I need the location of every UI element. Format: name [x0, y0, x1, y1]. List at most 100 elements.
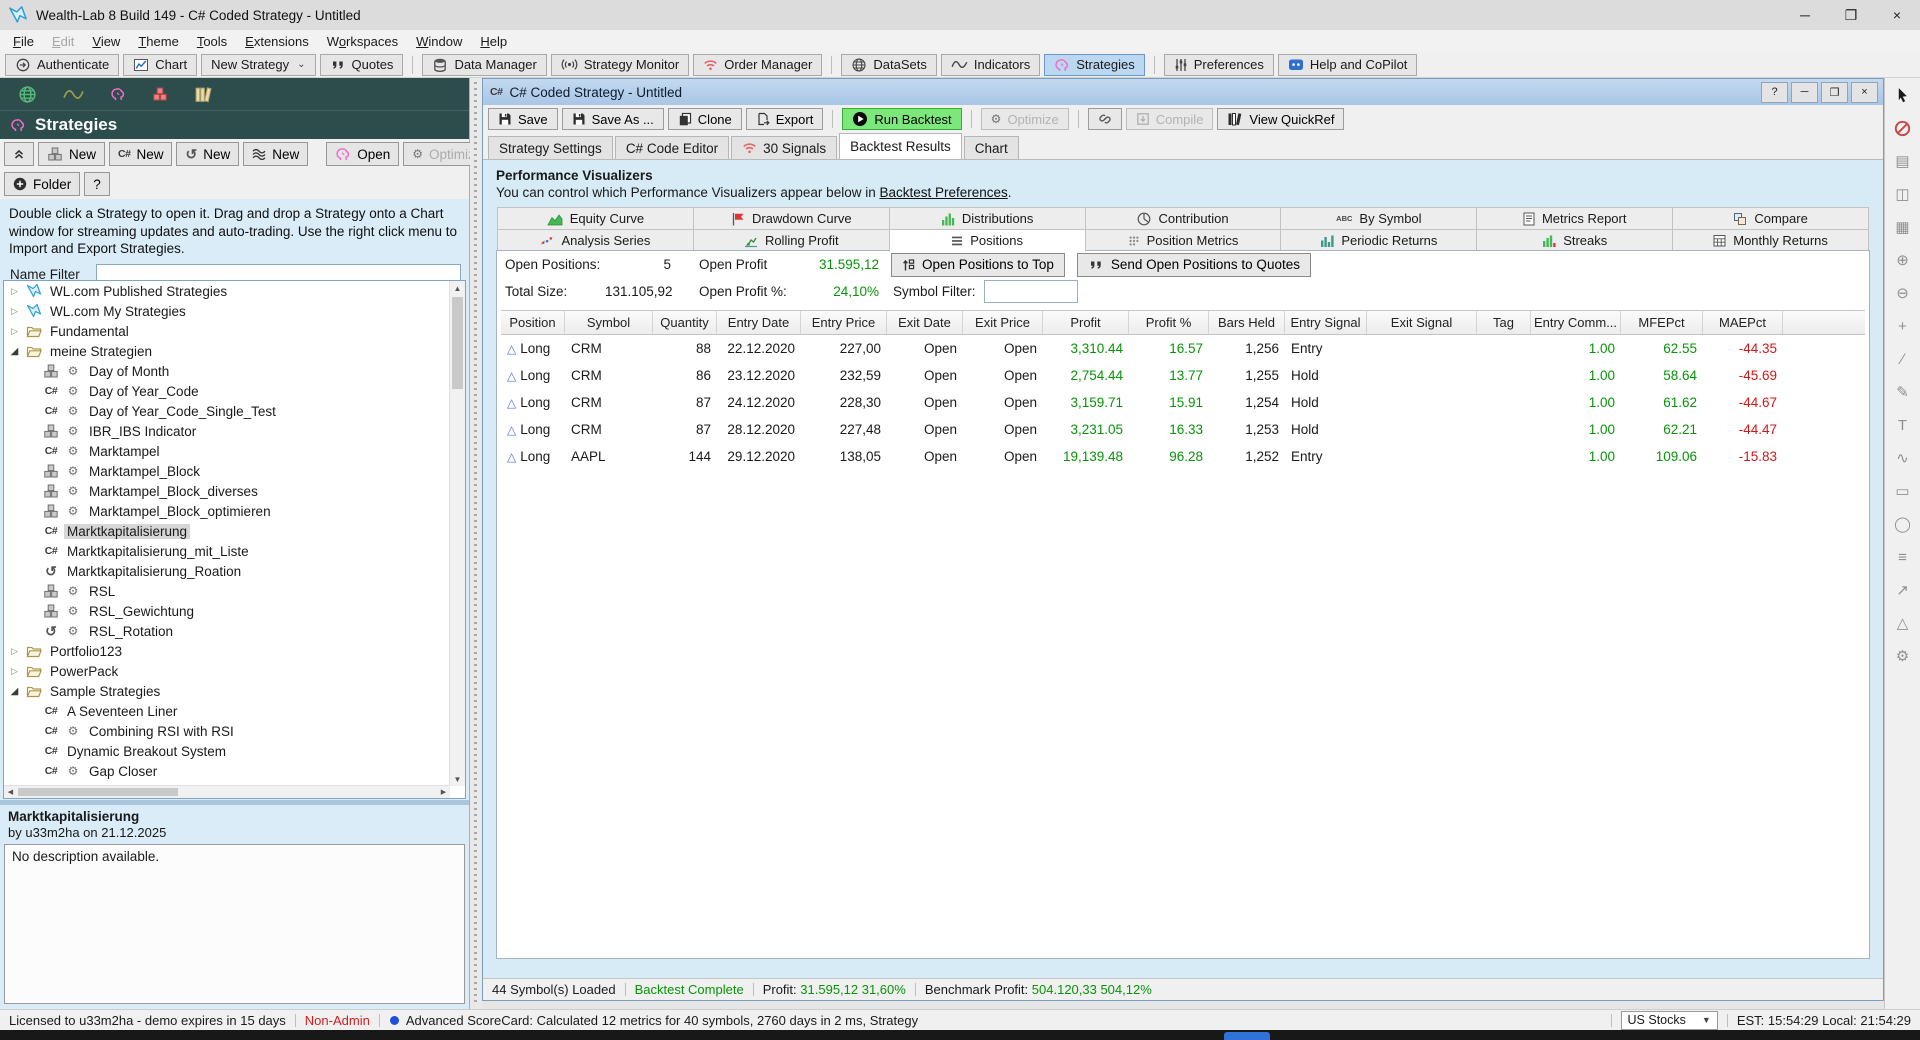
tree-item-day-of-year-code-single-test[interactable]: C#⚙Day of Year_Code_Single_Test [4, 401, 465, 421]
column-header-position[interactable]: Position [501, 311, 565, 334]
tree-item-sample-strategies[interactable]: ◢Sample Strategies [4, 681, 465, 701]
app-indicators-button[interactable]: Indicators [941, 54, 1040, 76]
tree-item-rsl[interactable]: ⚙RSL [4, 581, 465, 601]
tool-trend-arrow-icon[interactable]: ↗ [1891, 578, 1915, 602]
sidebar-folder-button[interactable]: Folder [4, 172, 80, 196]
app-preferences-button[interactable]: Preferences [1164, 54, 1274, 76]
tab-chart[interactable]: Chart [964, 136, 1019, 159]
scroll-down-icon[interactable]: ▼ [450, 772, 465, 786]
tree-item-marktampel-block-diverses[interactable]: ⚙Marktampel_Block_diverses [4, 481, 465, 501]
scroll-left-icon[interactable]: ◀ [4, 786, 17, 798]
strategy-optimize-button[interactable]: ⚙Optimize [981, 108, 1069, 130]
blocks-red-icon[interactable] [152, 86, 168, 102]
tree-item-dynamic-breakout-system[interactable]: C#Dynamic Breakout System [4, 741, 465, 761]
strategy-link-button[interactable] [1088, 108, 1122, 130]
tree-item-rsl-rotation[interactable]: ↺⚙RSL_Rotation [4, 621, 465, 641]
tree-item-rsl-gewichtung[interactable]: ⚙RSL_Gewichtung [4, 601, 465, 621]
table-row[interactable]: △LongCRM8728.12.2020227,48OpenOpen3,231.… [501, 416, 1865, 443]
tree-item-powerpack[interactable]: ▷PowerPack [4, 661, 465, 681]
column-header-bars-held[interactable]: Bars Held [1209, 311, 1285, 334]
table-row[interactable]: △LongAAPL14429.12.2020138,05OpenOpen19,1… [501, 443, 1865, 470]
open-positions-to-top-button[interactable]: Open Positions to Top [891, 253, 1065, 277]
column-header-mfepct[interactable]: MFEPct [1621, 311, 1703, 334]
column-header-entry-price[interactable]: Entry Price [801, 311, 887, 334]
tool-zoom-out-icon[interactable]: ⊖ [1891, 281, 1915, 305]
visualizer-tab-monthly-returns[interactable]: Monthly Returns [1672, 229, 1869, 252]
strategy-run-backtest-button[interactable]: Run Backtest [842, 108, 961, 130]
window-restore-button[interactable]: ❐ [1821, 82, 1848, 103]
app-datasets-button[interactable]: DataSets [841, 54, 936, 76]
app-help-and-copilot-button[interactable]: Help and CoPilot [1278, 54, 1418, 76]
visualizer-tab-distributions[interactable]: Distributions [889, 207, 1086, 230]
strategy-view-quickref-button[interactable]: View QuickRef [1217, 108, 1344, 130]
brain-icon[interactable] [110, 86, 126, 102]
collapse-arrow-icon[interactable]: ◢ [8, 686, 21, 697]
menu-window[interactable]: Window [407, 32, 471, 51]
collapse-arrow-icon[interactable]: ◢ [8, 346, 21, 357]
table-row[interactable]: △LongCRM8623.12.2020232,59OpenOpen2,754.… [501, 362, 1865, 389]
tree-horizontal-scrollbar[interactable]: ◀ ▶ [4, 785, 450, 798]
market-selector[interactable]: US Stocks ▼ [1621, 1011, 1718, 1030]
app-chart-button[interactable]: Chart [123, 54, 197, 76]
help-button[interactable]: ? [1761, 82, 1788, 103]
minimize-button[interactable]: ─ [1782, 0, 1828, 30]
tree-item-marktampel-block[interactable]: ⚙Marktampel_Block [4, 461, 465, 481]
tool-data-panel-icon[interactable]: ▤ [1891, 149, 1915, 173]
tab-c-code-editor[interactable]: C# Code Editor [615, 136, 729, 159]
column-header-entry-signal[interactable]: Entry Signal [1285, 311, 1367, 334]
globe-icon[interactable] [18, 85, 37, 104]
column-header-symbol[interactable]: Symbol [565, 311, 653, 334]
tree-item-marktkapitalisierung-roation[interactable]: ↺Marktkapitalisierung_Roation [4, 561, 465, 581]
menu-theme[interactable]: Theme [129, 32, 187, 51]
table-row[interactable]: △LongCRM8724.12.2020228,30OpenOpen3,159.… [501, 389, 1865, 416]
visualizer-tab-equity-curve[interactable]: Equity Curve [497, 207, 694, 230]
tool-annotation-icon[interactable]: ✎ [1891, 380, 1915, 404]
column-header-profit[interactable]: Profit % [1129, 311, 1209, 334]
tree-item-portfolio123[interactable]: ▷Portfolio123 [4, 641, 465, 661]
sidebar-blank-button[interactable]: ? [84, 172, 110, 196]
menu-workspaces[interactable]: Workspaces [318, 32, 407, 51]
visualizer-tab-by-symbol[interactable]: ABCBy Symbol [1280, 207, 1477, 230]
tree-item-combining-rsi-with-rsi[interactable]: C#⚙Combining RSI with RSI [4, 721, 465, 741]
app-authenticate-button[interactable]: Authenticate [5, 54, 119, 76]
app-quotes-button[interactable]: Quotes [320, 54, 404, 76]
tree-item-marktkapitalisierung[interactable]: C#Marktkapitalisierung [4, 521, 465, 541]
app-order-manager-button[interactable]: Order Manager [693, 54, 822, 76]
column-header-exit-date[interactable]: Exit Date [887, 311, 963, 334]
tool-triangle-tool-icon[interactable]: △ [1891, 611, 1915, 635]
sidebar-collapse-all-button[interactable] [4, 142, 34, 166]
column-header-tag[interactable]: Tag [1477, 311, 1531, 334]
tool-pointer-icon[interactable] [1891, 83, 1915, 107]
app-strategies-button[interactable]: Strategies [1044, 54, 1145, 76]
tree-vertical-scrollbar[interactable]: ▲ ▼ [449, 281, 465, 786]
visualizer-tab-analysis-series[interactable]: Analysis Series [497, 229, 694, 252]
close-button[interactable]: × [1874, 0, 1920, 30]
column-header-maepct[interactable]: MAEPct [1703, 311, 1783, 334]
column-header-profit[interactable]: Profit [1043, 311, 1129, 334]
main-splitter[interactable] [470, 78, 482, 1009]
strategy-save-as-button[interactable]: Save As ... [562, 108, 664, 130]
tool-text-tool-icon[interactable]: T [1891, 413, 1915, 437]
tool-crosshair-icon[interactable]: + [1891, 314, 1915, 338]
visualizer-tab-streaks[interactable]: Streaks [1476, 229, 1673, 252]
column-header-exit-price[interactable]: Exit Price [963, 311, 1043, 334]
column-header-entry-comm[interactable]: Entry Comm... [1531, 311, 1621, 334]
visualizer-tab-position-metrics[interactable]: Position Metrics [1085, 229, 1282, 252]
tab-strategy-settings[interactable]: Strategy Settings [488, 136, 613, 159]
tool-zoom-in-icon[interactable]: ⊕ [1891, 248, 1915, 272]
column-header-entry-date[interactable]: Entry Date [717, 311, 801, 334]
tool-wave-tool-icon[interactable]: ∿ [1891, 446, 1915, 470]
tree-item-marktkapitalisierung-mit-liste[interactable]: C#Marktkapitalisierung_mit_Liste [4, 541, 465, 561]
scrollbar-thumb[interactable] [452, 297, 463, 389]
tree-item-a-seventeen-liner[interactable]: C#A Seventeen Liner [4, 701, 465, 721]
sidebar-new-button[interactable]: C#New [109, 142, 172, 166]
sidebar-new-button[interactable]: ↺New [176, 142, 239, 166]
menu-tools[interactable]: Tools [188, 32, 236, 51]
tree-item-day-of-year-code[interactable]: C#⚙Day of Year_Code [4, 381, 465, 401]
tool-disable-icon[interactable] [1891, 116, 1915, 140]
column-header-exit-signal[interactable]: Exit Signal [1367, 311, 1477, 334]
scroll-up-icon[interactable]: ▲ [450, 281, 465, 295]
sidebar-open-button[interactable]: Open [326, 142, 399, 166]
wave-icon[interactable] [63, 88, 84, 101]
expand-arrow-icon[interactable]: ▷ [8, 286, 21, 297]
